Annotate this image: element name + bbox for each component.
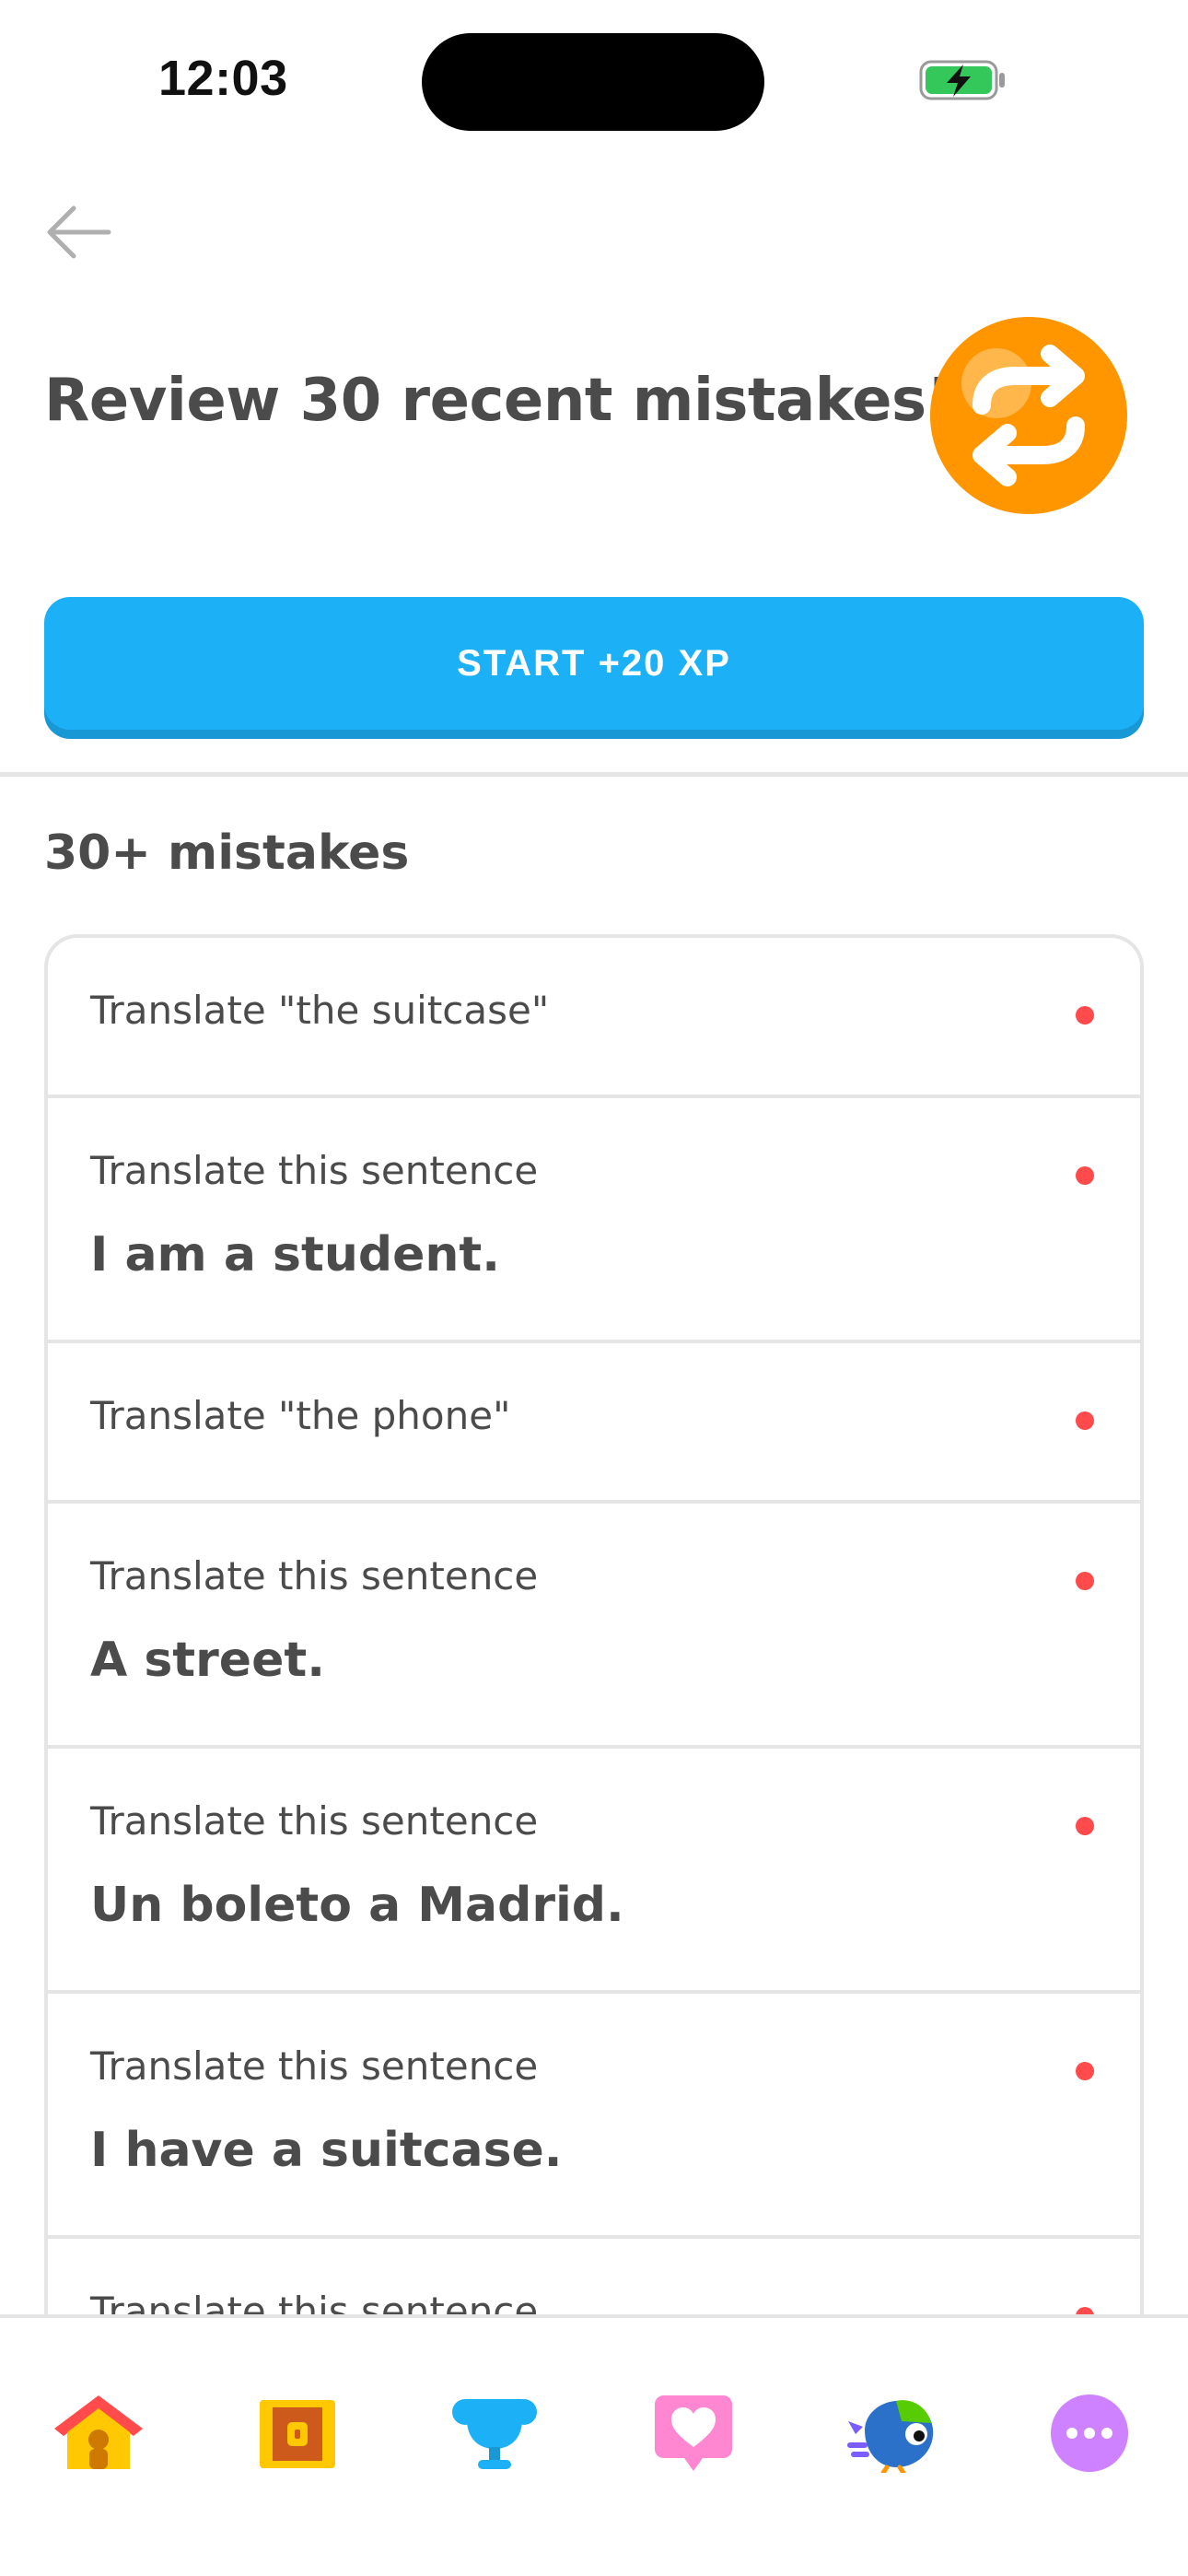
mistake-prompt: Translate this sentence — [90, 1798, 539, 1844]
battery-charging-icon — [919, 59, 1007, 101]
arrow-left-icon — [47, 205, 111, 259]
refresh-arrows-icon — [930, 317, 1127, 514]
unreviewed-dot — [1076, 2062, 1094, 2080]
mistake-item[interactable]: Translate this sentence I have a suitcas… — [48, 1994, 1140, 2239]
mistake-prompt: Translate "the phone" — [90, 1393, 511, 1438]
mistake-prompt: Translate "the suitcase" — [90, 988, 550, 1033]
unreviewed-dot — [1076, 1817, 1094, 1835]
treasure-chest-icon[interactable] — [247, 2383, 348, 2484]
home-icon[interactable] — [48, 2383, 149, 2484]
page-title: Review 30 recent mistakes! — [44, 367, 953, 435]
status-bar: 12:03 — [0, 0, 1188, 157]
mistake-sentence: I have a suitcase. — [90, 2123, 563, 2178]
unreviewed-dot — [1076, 1572, 1094, 1590]
unreviewed-dot — [1076, 1411, 1094, 1430]
unreviewed-dot — [1076, 1006, 1094, 1025]
status-time: 12:03 — [158, 51, 288, 106]
heart-icon[interactable] — [643, 2383, 744, 2484]
mistake-sentence: A street. — [90, 1633, 325, 1688]
mistakes-count-heading: 30+ mistakes — [44, 825, 410, 881]
duo-bird-icon[interactable] — [842, 2383, 943, 2484]
mistake-item[interactable]: Translate "the phone" — [48, 1343, 1140, 1504]
mistake-prompt: Translate this sentence — [90, 2043, 539, 2089]
unreviewed-dot — [1076, 1166, 1094, 1185]
mistake-prompt: Translate this sentence — [90, 1553, 539, 1598]
mistake-item[interactable]: Translate "the suitcase" — [48, 938, 1140, 1098]
mistake-sentence: I am a student. — [90, 1227, 500, 1282]
bottom-nav — [0, 2314, 1188, 2576]
section-divider — [0, 772, 1188, 777]
mistakes-review-screen: 12:03 Review 30 recent mistakes! START +… — [0, 0, 1188, 2576]
start-button[interactable]: START +20 XP — [44, 597, 1144, 730]
mistake-item[interactable]: Translate this sentence Un boleto a Madr… — [48, 1749, 1140, 1994]
trophy-icon[interactable] — [444, 2383, 545, 2484]
mistake-item[interactable]: Translate this sentence A street. — [48, 1504, 1140, 1749]
mistake-sentence: Un boleto a Madrid. — [90, 1878, 624, 1933]
dynamic-island — [422, 33, 764, 131]
mistake-prompt: Translate this sentence — [90, 1148, 539, 1193]
mistake-item[interactable]: Translate this sentence I am a student. — [48, 1098, 1140, 1343]
back-button[interactable] — [37, 195, 120, 269]
more-icon[interactable] — [1039, 2383, 1140, 2484]
mistakes-list: Translate "the suitcase" Translate this … — [44, 934, 1144, 2408]
